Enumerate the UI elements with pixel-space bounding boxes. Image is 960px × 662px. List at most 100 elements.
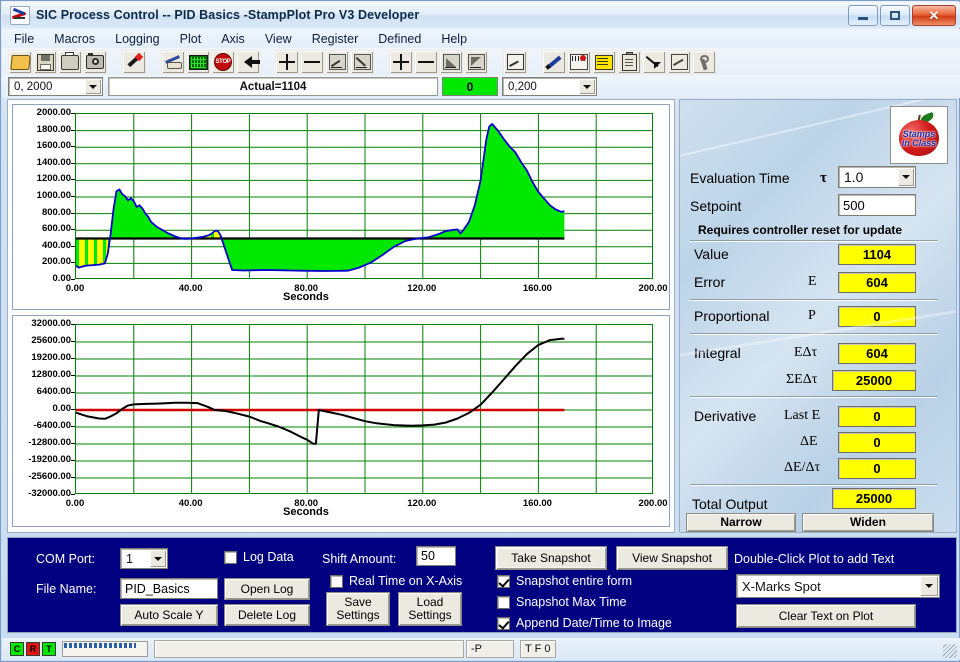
autoscale-button[interactable] (503, 50, 527, 74)
minimize-button[interactable] (848, 5, 878, 26)
x-range-combo[interactable]: 0,200 (502, 77, 597, 96)
status-message-cell (154, 640, 464, 658)
settings-button[interactable] (692, 50, 716, 74)
display-icon (188, 54, 208, 70)
control-panel: COM Port: 1 File Name: PID_Basics Auto S… (7, 537, 957, 633)
delete-log-button[interactable]: Delete Log (224, 604, 310, 626)
com-port-combo[interactable]: 1 (120, 548, 168, 569)
display-button[interactable] (186, 50, 210, 74)
log-data-label: Log Data (243, 550, 294, 564)
printer-icon (61, 51, 79, 70)
wand-button[interactable] (122, 50, 146, 74)
real-time-checkbox[interactable]: Real Time on X-Axis (330, 574, 462, 588)
append-datetime-label: Append Date/Time to Image (516, 616, 672, 630)
y-range-combo[interactable]: 0, 2000 (8, 77, 103, 96)
widen-button[interactable]: Widen (802, 513, 934, 532)
pointer-button[interactable] (642, 50, 666, 74)
close-button[interactable]: ✕ (912, 5, 956, 26)
load-settings-button[interactable]: Load Settings (398, 592, 462, 626)
menu-item-register[interactable]: Register (312, 32, 359, 46)
back-button[interactable] (236, 50, 260, 74)
x-scale-up-button[interactable] (439, 50, 463, 74)
text-mode-combo[interactable]: X-Marks Spot (736, 574, 940, 598)
save-file-button[interactable] (33, 50, 57, 74)
clipboard-button[interactable] (617, 50, 641, 74)
maximize-button[interactable] (880, 5, 910, 26)
output-chart[interactable]: 32000.00 25600.00 19200.00 12800.00 6400.00 0… (12, 315, 670, 527)
y-scale-down-button[interactable] (350, 50, 374, 74)
snapshot-button[interactable] (83, 50, 107, 74)
y-scale-up-button[interactable] (325, 50, 349, 74)
log-data-checkbox[interactable]: Log Data (224, 550, 294, 564)
setpoint-input[interactable]: 500 (838, 194, 916, 216)
view-snapshot-button[interactable]: View Snapshot (616, 546, 728, 570)
snapshot-max-time-checkbox[interactable]: Snapshot Max Time (497, 595, 626, 609)
y-tick-mark (71, 477, 75, 478)
menu-item-file[interactable]: File (14, 32, 34, 46)
y-tick-mark (71, 179, 75, 181)
menu-item-axis[interactable]: Axis (221, 32, 245, 46)
chart-icon (506, 54, 524, 70)
menu-item-macros[interactable]: Macros (54, 32, 95, 46)
menu-item-logging[interactable]: Logging (115, 32, 160, 46)
append-datetime-checkbox[interactable]: Append Date/Time to Image (497, 616, 672, 630)
shift-amount-input[interactable]: 50 (416, 546, 456, 566)
menu-item-view[interactable]: View (265, 32, 292, 46)
clear-text-button[interactable]: Clear Text on Plot (736, 604, 916, 628)
chevron-down-icon[interactable] (898, 168, 914, 186)
evaluation-time-combo[interactable]: 1.0 (838, 166, 916, 188)
shift-amount-label: Shift Amount: (322, 552, 397, 566)
chevron-down-icon[interactable] (150, 550, 166, 567)
x-zoom-out-button[interactable] (414, 50, 438, 74)
process-value-plot-area[interactable] (75, 113, 653, 279)
print-button[interactable] (58, 50, 82, 74)
save-settings-button[interactable]: Save Settings (326, 592, 390, 626)
wrench-icon (697, 54, 712, 70)
camera-icon (86, 53, 104, 69)
y-tick-mark (71, 375, 75, 376)
menu-item-help[interactable]: Help (441, 32, 467, 46)
y-tick-mark (71, 212, 75, 214)
connect-button[interactable] (161, 50, 185, 74)
narrow-button[interactable]: Narrow (686, 513, 796, 532)
take-snapshot-button[interactable]: Take Snapshot (495, 546, 607, 570)
menu-item-plot[interactable]: Plot (180, 32, 202, 46)
apple-icon: Stamps in Class (896, 112, 942, 158)
minimize-icon (858, 17, 868, 20)
y-zoom-out-button[interactable] (300, 50, 324, 74)
open-log-button[interactable]: Open Log (224, 578, 310, 600)
x-scale-down-button[interactable] (464, 50, 488, 74)
chevron-down-icon[interactable] (579, 79, 595, 94)
menu-item-defined[interactable]: Defined (378, 32, 421, 46)
process-value-chart[interactable]: 0.00 200.00 400.00 600.00 800.00 1000.00 1200.… (12, 104, 670, 310)
text-button[interactable] (567, 50, 591, 74)
file-name-input[interactable]: PID_Basics (120, 578, 218, 599)
tau-symbol: τ (820, 170, 827, 186)
y-tick-mark (71, 146, 75, 148)
stop-button[interactable]: STOP (211, 50, 235, 74)
toolbar-group-autoscale (503, 50, 528, 74)
trend-button[interactable] (667, 50, 691, 74)
y-zoom-in-button[interactable] (275, 50, 299, 74)
x-tick-label: 0.00 (65, 283, 85, 294)
y-tick-label: 6400.00 (36, 386, 71, 397)
note-button[interactable] (592, 50, 616, 74)
y-tick-label: -25600.00 (28, 471, 71, 482)
auto-scale-y-button[interactable]: Auto Scale Y (120, 604, 218, 626)
scale-down-icon (353, 54, 371, 70)
integral-symbol-1: EΔτ (794, 345, 818, 360)
open-file-button[interactable] (8, 50, 32, 74)
snapshot-entire-form-label: Snapshot entire form (516, 574, 633, 588)
output-plot-area[interactable] (75, 324, 653, 494)
triangle-up-icon (442, 54, 460, 70)
y-tick-mark (71, 262, 75, 264)
clipboard-icon (621, 51, 637, 71)
logo-line2: in Class (901, 138, 937, 148)
x-zoom-in-button[interactable] (389, 50, 413, 74)
pen-button[interactable] (542, 50, 566, 74)
resize-grip[interactable] (943, 644, 957, 658)
chevron-down-icon[interactable] (85, 79, 101, 94)
chevron-down-icon[interactable] (920, 576, 938, 596)
snapshot-entire-form-checkbox[interactable]: Snapshot entire form (497, 574, 632, 588)
folder-icon (9, 54, 31, 70)
